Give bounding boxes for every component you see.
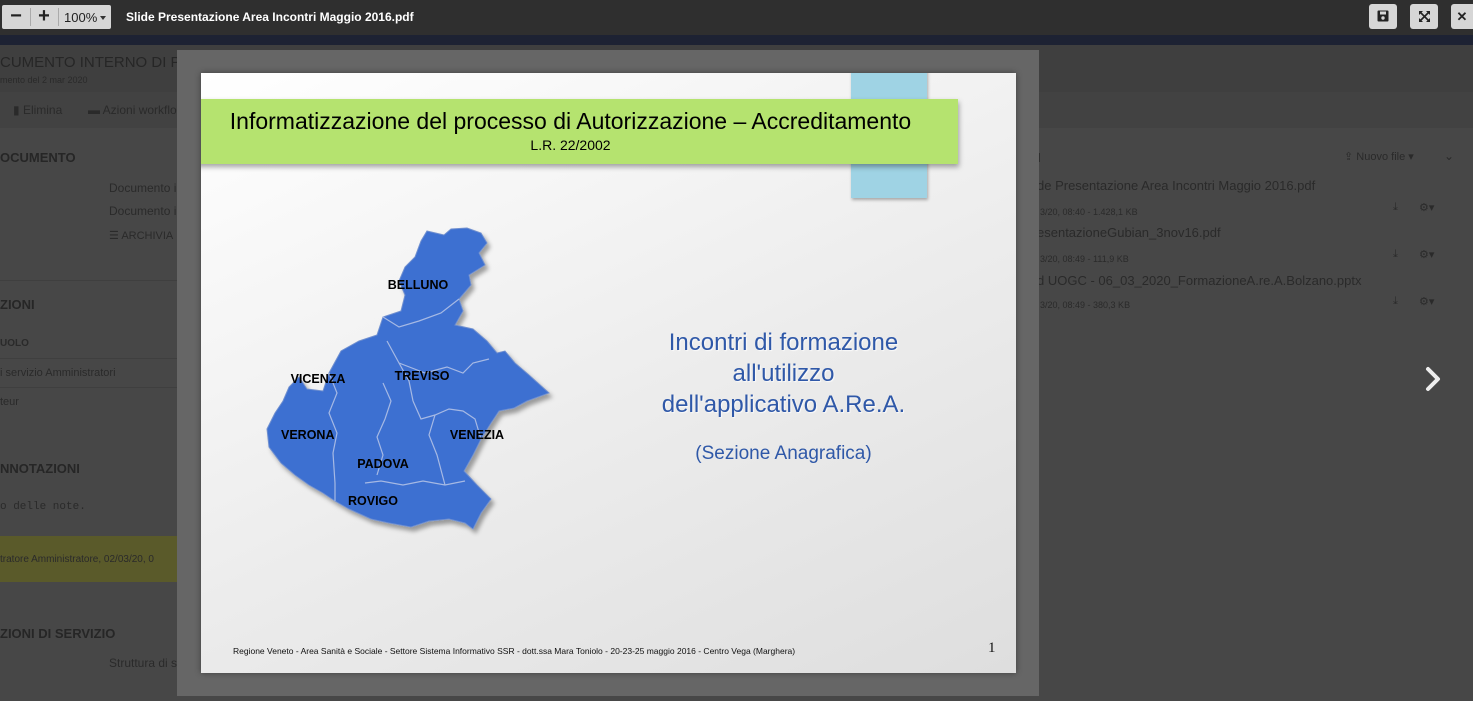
file-meta: 3/20, 08:40 - 1.428,1 KB <box>1040 207 1138 217</box>
course-title: Incontri di formazione all'utilizzo dell… <box>621 327 946 420</box>
divider <box>0 358 177 359</box>
document-title: CUMENTO INTERNO DI PA <box>0 54 190 71</box>
app-navbar <box>0 35 1473 45</box>
map-label: TREVISO <box>395 369 450 383</box>
map-label: ROVIGO <box>348 494 398 508</box>
archive-button[interactable]: ☰ ARCHIVIA <box>109 229 173 242</box>
database-icon: ☰ <box>109 230 122 242</box>
course-title-line: dell'applicativo A.Re.A. <box>661 391 906 418</box>
gear-icon[interactable]: ⚙▾ <box>1419 248 1434 261</box>
map-label: VERONA <box>281 428 334 442</box>
zoom-out-button[interactable]: − <box>3 5 29 29</box>
expand-icon <box>1418 11 1430 22</box>
divider <box>0 280 177 281</box>
course-title-line: Incontri di formazione <box>668 329 899 356</box>
divider <box>0 387 177 388</box>
map-label: VENEZIA <box>450 428 504 442</box>
course-title-line: all'utilizzo <box>732 360 835 387</box>
slide-subtitle: L.R. 22/2002 <box>530 137 611 153</box>
download-icon[interactable]: ⤓ <box>1393 248 1398 261</box>
note-author: tratore Amministratore, 02/03/20, 0 <box>0 554 154 565</box>
viewer-toolbar: − + 100% Slide Presentazione Area Incont… <box>0 0 1473 36</box>
fullscreen-button[interactable] <box>1410 4 1438 29</box>
section-servizio-heading: ZIONI DI SERVIZIO <box>0 626 116 641</box>
file-name[interactable]: de Presentazione Area Incontri Maggio 20… <box>1037 178 1315 193</box>
save-icon <box>1377 10 1389 22</box>
close-icon: ✕ <box>1456 9 1468 24</box>
new-file-button[interactable]: ⇪ Nuovo file ▾ <box>1344 150 1414 163</box>
save-button[interactable] <box>1369 4 1397 29</box>
file-name[interactable]: esentazioneGubian_3nov16.pdf <box>1037 225 1221 240</box>
file-meta: 3/20, 08:49 - 111,9 KB <box>1040 254 1129 264</box>
briefcase-icon: ▬ <box>88 103 103 117</box>
course-section: (Sezione Anagrafica) <box>695 443 872 464</box>
notes-input[interactable]: o delle note. <box>0 501 86 513</box>
file-meta: 3/20, 08:49 - 380,3 KB <box>1040 300 1131 310</box>
file-name[interactable]: d UOGC - 06_03_2020_FormazioneA.re.A.Bol… <box>1037 273 1361 288</box>
ruolo-row: i servizio Amministratori <box>0 367 116 379</box>
download-icon[interactable]: ⤓ <box>1393 201 1398 214</box>
document-subtitle: mento del 2 mar 2020 <box>0 75 88 85</box>
section-documento-heading: OCUMENTO <box>0 150 76 165</box>
gear-icon[interactable]: ⚙▾ <box>1419 201 1434 214</box>
trash-icon: ▮ <box>13 103 23 117</box>
delete-button[interactable]: ▮ Elimina <box>13 103 62 117</box>
download-icon[interactable]: ⤓ <box>1393 295 1398 308</box>
viewer-title: Slide Presentazione Area Incontri Maggio… <box>126 10 414 24</box>
gear-icon[interactable]: ⚙▾ <box>1419 295 1434 308</box>
section-annotazioni-heading: NNOTAZIONI <box>0 461 80 476</box>
documento-row: Documento i <box>109 181 177 195</box>
close-button[interactable]: ✕ <box>1451 4 1473 29</box>
map-label: PADOVA <box>357 457 409 471</box>
documento-row: Documento i <box>109 204 177 218</box>
workflow-actions-button[interactable]: ▬ Azioni workflo <box>88 103 177 117</box>
slide-footer: Regione Veneto - Area Sanità e Sociale -… <box>233 646 796 656</box>
page-number: 1 <box>988 640 996 656</box>
caret-down-icon <box>100 16 106 20</box>
section-azioni-heading: ZIONI <box>0 297 35 312</box>
pdf-page: Informatizzazione del processo di Autori… <box>201 73 1016 673</box>
separator <box>58 8 59 26</box>
zoom-level-select[interactable]: 100% <box>64 10 97 25</box>
map-label: VICENZA <box>291 372 346 386</box>
veneto-map: BELLUNO VICENZA TREVISO VERONA VENEZIA P… <box>259 223 559 543</box>
note-item: tratore Amministratore, 02/03/20, 0 <box>0 536 180 582</box>
title-banner: Informatizzazione del processo di Autori… <box>201 99 958 164</box>
ruolo-header: UOLO <box>0 338 29 349</box>
chevron-right-icon[interactable] <box>1418 364 1448 394</box>
slide-title: Informatizzazione del processo di Autori… <box>229 108 912 134</box>
servizio-row: Struttura di s <box>109 656 178 670</box>
zoom-in-button[interactable]: + <box>31 5 57 29</box>
map-label: BELLUNO <box>388 278 449 292</box>
chevron-down-icon[interactable]: ⌄ <box>1444 149 1454 163</box>
ruolo-row: teur <box>0 396 19 408</box>
zoom-controls: − + 100% <box>2 5 111 29</box>
upload-icon: ⇪ <box>1344 151 1357 163</box>
